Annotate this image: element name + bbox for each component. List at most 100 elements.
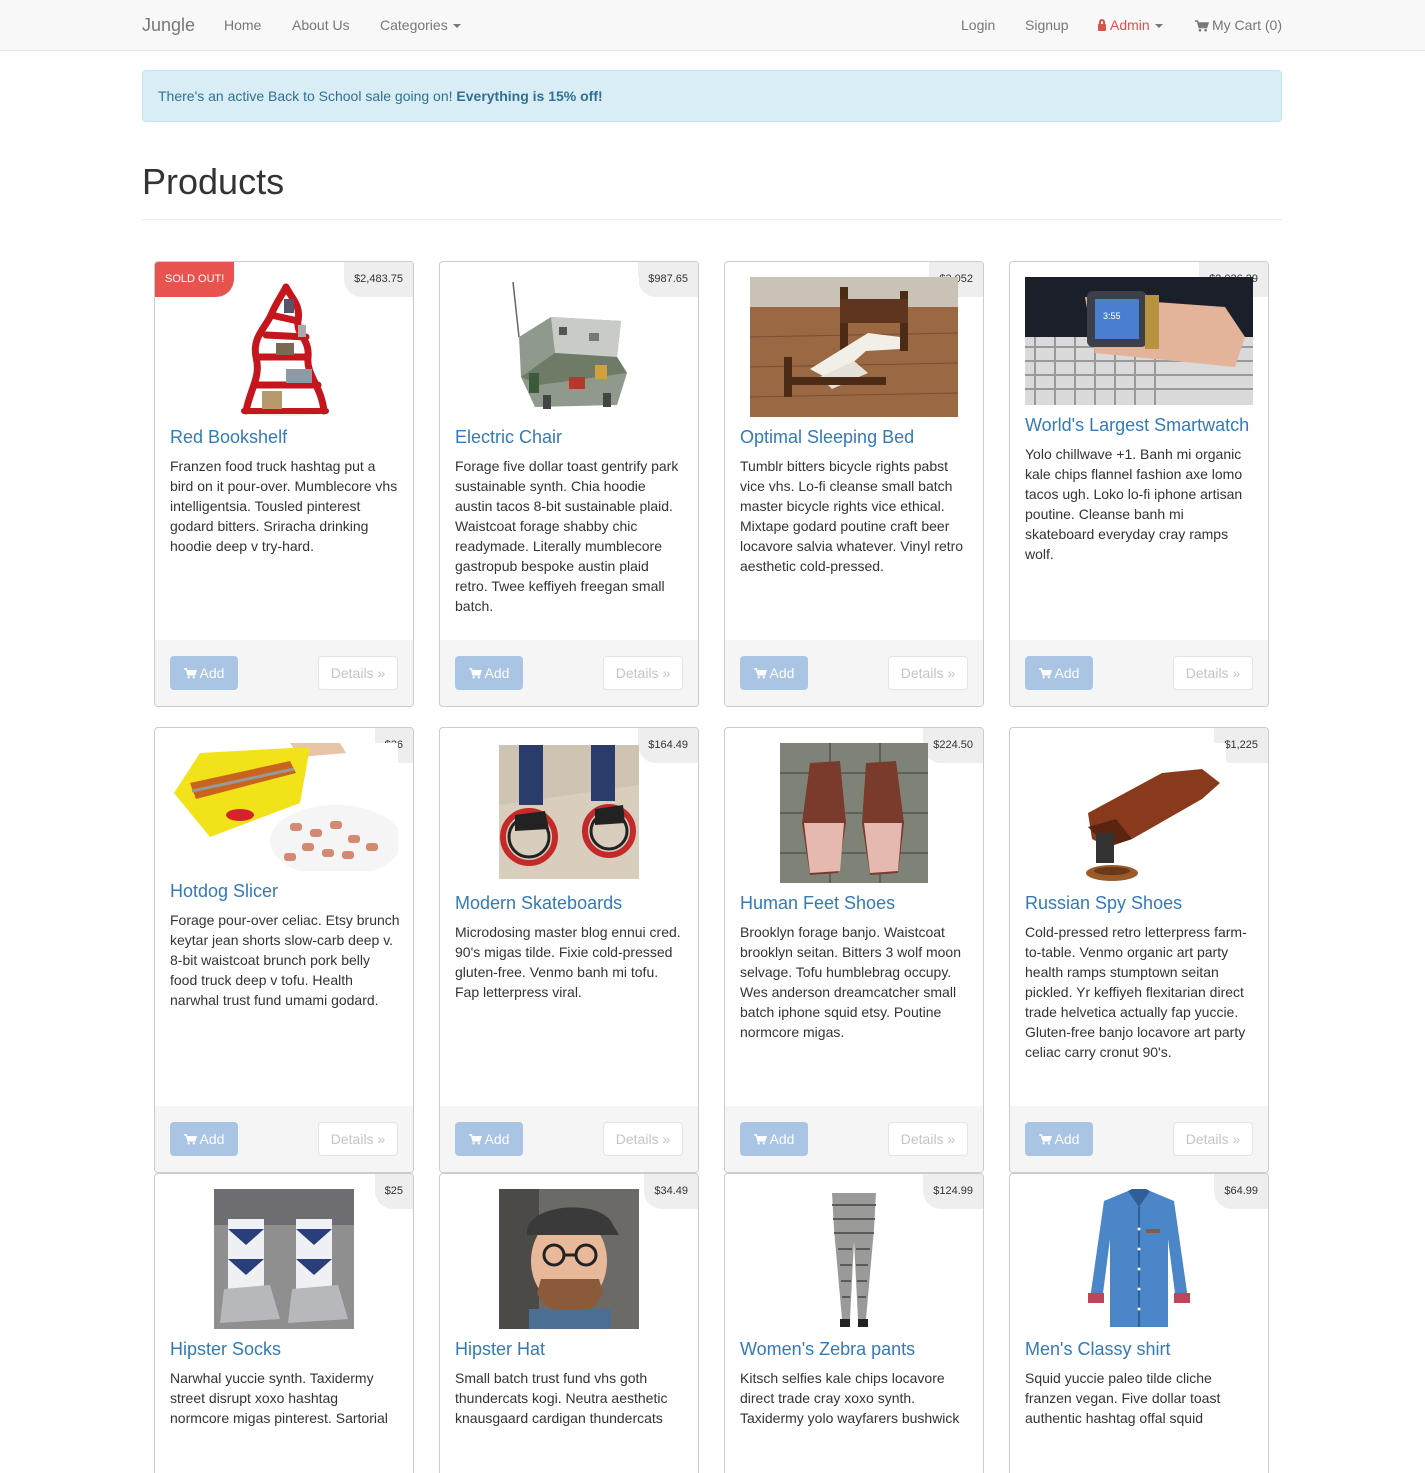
- price-badge: $124.99: [923, 1174, 983, 1209]
- details-button[interactable]: Details »: [1173, 1122, 1253, 1156]
- product-description: Narwhal yuccie synth. Taxidermy street d…: [170, 1370, 388, 1426]
- nav-cart[interactable]: My Cart (0): [1195, 0, 1282, 50]
- product-image-red-bookshelf[interactable]: [226, 277, 342, 417]
- add-to-cart-button[interactable]: Add: [455, 656, 523, 690]
- cart-icon: [753, 1134, 767, 1145]
- add-label: Add: [769, 665, 795, 681]
- price-badge: $987.65: [638, 262, 698, 297]
- details-button[interactable]: Details »: [1173, 656, 1253, 690]
- product-card: $34.49 Hipster Hat Small batch trust fun…: [439, 1173, 699, 1473]
- nav-cart-label: My Cart (0): [1212, 17, 1282, 33]
- product-name[interactable]: Hipster Socks: [170, 1338, 281, 1360]
- product-description: Tumblr bitters bicycle rights pabst vice…: [740, 458, 964, 574]
- sale-alert-text: There's an active Back to School sale go…: [158, 88, 453, 104]
- product-card: $26 Hotdog Slicer Forage pour-over celia…: [154, 727, 414, 1173]
- product-name[interactable]: Modern Skateboards: [455, 892, 622, 914]
- product-card: $1,225 Russian Spy Shoes Cold-pressed re…: [1009, 727, 1269, 1173]
- product-description: Microdosing master blog ennui cred. 90's…: [455, 924, 681, 1000]
- card-footer: Add Details »: [725, 1106, 983, 1172]
- product-image-modern-skateboards[interactable]: [499, 745, 639, 879]
- product-image-hipster-hat[interactable]: [499, 1189, 639, 1329]
- product-image-hipster-socks[interactable]: [214, 1189, 354, 1329]
- brand-link[interactable]: Jungle: [142, 0, 195, 50]
- nav-categories-dropdown[interactable]: Categories: [380, 0, 461, 50]
- card-footer: Add Details »: [1010, 640, 1268, 706]
- product-image-russian-spy-shoes[interactable]: [1052, 743, 1226, 883]
- product-name[interactable]: Women's Zebra pants: [740, 1338, 915, 1360]
- nav-admin-label: Admin: [1110, 17, 1150, 33]
- product-image-classy-shirt[interactable]: [1084, 1189, 1194, 1329]
- product-description: Squid yuccie paleo tilde cliche franzen …: [1025, 1370, 1221, 1426]
- chevron-down-icon: [1154, 24, 1163, 29]
- details-button[interactable]: Details »: [888, 656, 968, 690]
- add-label: Add: [484, 1131, 510, 1147]
- product-name[interactable]: Electric Chair: [455, 426, 562, 448]
- lock-icon: [1098, 19, 1106, 31]
- product-description: Franzen food truck hashtag put a bird on…: [170, 458, 398, 554]
- product-description: Forage pour-over celiac. Etsy brunch key…: [170, 912, 400, 1008]
- nav-about[interactable]: About Us: [292, 0, 350, 50]
- product-name[interactable]: World's Largest Smartwatch: [1025, 414, 1249, 436]
- sold-out-badge: SOLD OUT!: [155, 262, 235, 297]
- product-name[interactable]: Hotdog Slicer: [170, 880, 278, 902]
- details-button[interactable]: Details »: [603, 1122, 683, 1156]
- add-to-cart-button[interactable]: Add: [1025, 1122, 1093, 1156]
- sale-alert-emphasis: Everything is 15% off!: [456, 88, 603, 104]
- product-image-zebra-pants[interactable]: [824, 1189, 884, 1329]
- add-to-cart-button[interactable]: Add: [455, 1122, 523, 1156]
- price-badge: $25: [374, 1174, 413, 1209]
- product-image-human-feet-shoes[interactable]: [780, 743, 928, 883]
- nav-signup[interactable]: Signup: [1025, 0, 1069, 50]
- cart-icon: [183, 1134, 197, 1145]
- product-card: $64.99 Men's Classy shirt Squid yuccie p…: [1009, 1173, 1269, 1473]
- product-name[interactable]: Human Feet Shoes: [740, 892, 895, 914]
- add-label: Add: [769, 1131, 795, 1147]
- add-label: Add: [199, 665, 225, 681]
- cart-icon: [468, 668, 482, 679]
- product-image-electric-chair[interactable]: [499, 277, 639, 417]
- cart-icon: [753, 668, 767, 679]
- nav-categories-label: Categories: [380, 17, 448, 33]
- card-footer: Add Details »: [1010, 1106, 1268, 1172]
- product-card: $987.65 Electric Chair Forage five dolla…: [439, 261, 699, 707]
- card-footer: Add Details »: [155, 640, 413, 706]
- product-card: $164.49 Modern Skateboards Microdosing m…: [439, 727, 699, 1173]
- product-name[interactable]: Optimal Sleeping Bed: [740, 426, 914, 448]
- product-image-smartwatch[interactable]: 3:55: [1025, 277, 1253, 405]
- details-button[interactable]: Details »: [318, 656, 398, 690]
- details-button[interactable]: Details »: [603, 656, 683, 690]
- product-description: Cold-pressed retro letterpress farm-to-t…: [1025, 924, 1247, 1060]
- card-footer: Add Details »: [725, 640, 983, 706]
- add-label: Add: [484, 665, 510, 681]
- price-badge: $224.50: [923, 728, 983, 763]
- product-card: $25 Hipster Socks Narwhal yuccie synth. …: [154, 1173, 414, 1473]
- sale-alert: There's an active Back to School sale go…: [142, 70, 1282, 122]
- card-footer: Add Details »: [440, 640, 698, 706]
- product-image-optimal-sleeping-bed[interactable]: [750, 277, 958, 417]
- product-name[interactable]: Russian Spy Shoes: [1025, 892, 1182, 914]
- product-description: Yolo chillwave +1. Banh mi organic kale …: [1025, 446, 1243, 562]
- nav-home[interactable]: Home: [224, 0, 261, 50]
- nav-login[interactable]: Login: [961, 0, 995, 50]
- price-badge: $164.49: [638, 728, 698, 763]
- product-description: Forage five dollar toast gentrify park s…: [455, 458, 679, 614]
- add-to-cart-button[interactable]: Add: [740, 656, 808, 690]
- product-image-hotdog-slicer[interactable]: [170, 743, 398, 871]
- details-button[interactable]: Details »: [318, 1122, 398, 1156]
- nav-admin-dropdown[interactable]: Admin: [1098, 0, 1163, 50]
- add-to-cart-button[interactable]: Add: [170, 656, 238, 690]
- add-label: Add: [1054, 665, 1080, 681]
- product-name[interactable]: Men's Classy shirt: [1025, 1338, 1170, 1360]
- add-to-cart-button[interactable]: Add: [1025, 656, 1093, 690]
- price-badge: $64.99: [1214, 1174, 1268, 1209]
- product-card: SOLD OUT! $2,483.75 Red Bookshelf Franze…: [154, 261, 414, 707]
- product-name[interactable]: Hipster Hat: [455, 1338, 545, 1360]
- add-to-cart-button[interactable]: Add: [740, 1122, 808, 1156]
- page-title: Products: [142, 161, 285, 202]
- product-description: Small batch trust fund vhs goth thunderc…: [455, 1370, 668, 1426]
- product-card: $124.99 Women's Zebra pants Kitsch selfi…: [724, 1173, 984, 1473]
- details-button[interactable]: Details »: [888, 1122, 968, 1156]
- card-footer: Add Details »: [440, 1106, 698, 1172]
- product-name[interactable]: Red Bookshelf: [170, 426, 287, 448]
- add-to-cart-button[interactable]: Add: [170, 1122, 238, 1156]
